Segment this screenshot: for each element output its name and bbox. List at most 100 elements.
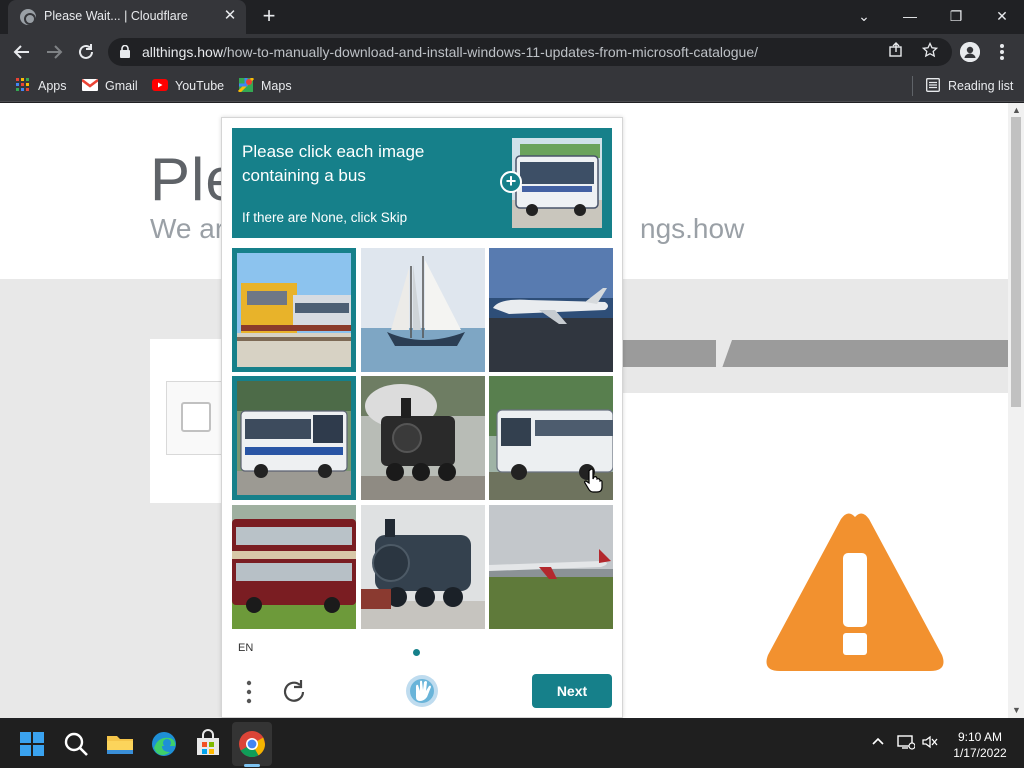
steam-locomotive-image bbox=[361, 376, 485, 500]
page-indicator-dot bbox=[413, 649, 420, 656]
minimize-button[interactable]: — bbox=[892, 4, 928, 28]
captcha-tile[interactable] bbox=[232, 376, 356, 500]
warning-icon bbox=[766, 513, 944, 671]
bookmark-maps[interactable]: Maps bbox=[238, 76, 292, 96]
browser-toolbar: allthings.how/how-to-manually-download-a… bbox=[0, 34, 1024, 70]
url-text[interactable]: allthings.how/how-to-manually-download-a… bbox=[142, 44, 758, 60]
page-scrollbar[interactable]: ▲ ▼ bbox=[1008, 103, 1024, 718]
reading-list-icon bbox=[926, 78, 940, 92]
tab-search-button[interactable]: ⌄ bbox=[846, 4, 882, 28]
decorative-bar bbox=[620, 340, 1008, 367]
clock-date: 1/17/2022 bbox=[953, 746, 1007, 760]
microsoft-store-icon[interactable] bbox=[192, 728, 224, 760]
hand-cursor-icon bbox=[584, 468, 603, 493]
edge-browser-icon[interactable] bbox=[148, 728, 180, 760]
captcha-tile[interactable] bbox=[232, 248, 356, 372]
bookmark-youtube[interactable]: YouTube bbox=[152, 76, 224, 96]
captcha-example-image[interactable] bbox=[512, 138, 602, 228]
next-button[interactable]: Next bbox=[532, 674, 612, 708]
captcha-tile[interactable] bbox=[361, 505, 485, 629]
chrome-icon[interactable] bbox=[236, 728, 268, 760]
browser-tab[interactable]: Please Wait... | Cloudflare ✕ bbox=[8, 0, 246, 34]
captcha-skip-hint: If there are None, click Skip bbox=[242, 210, 408, 225]
address-bar[interactable]: allthings.how/how-to-manually-download-a… bbox=[108, 38, 952, 66]
clock-time: 9:10 AM bbox=[957, 730, 1003, 744]
chevron-up-icon bbox=[872, 737, 884, 745]
sailboat-image bbox=[361, 248, 485, 372]
captcha-tile[interactable] bbox=[361, 248, 485, 372]
active-app-indicator bbox=[244, 764, 260, 767]
volume-button[interactable] bbox=[920, 734, 940, 754]
close-window-button[interactable]: ✕ bbox=[984, 4, 1020, 28]
captcha-tile[interactable] bbox=[489, 248, 613, 372]
bookmark-label: Gmail bbox=[105, 79, 138, 93]
bus-image bbox=[237, 381, 351, 495]
tab-close-button[interactable]: ✕ bbox=[220, 6, 240, 26]
hcaptcha-logo-icon[interactable] bbox=[404, 673, 440, 709]
lock-icon[interactable] bbox=[120, 45, 130, 58]
back-button[interactable] bbox=[10, 40, 34, 64]
more-options-icon[interactable] bbox=[244, 678, 254, 706]
page-subtitle-right: ngs.how bbox=[640, 213, 745, 244]
tab-title: Please Wait... | Cloudflare bbox=[44, 9, 188, 23]
page-subtitle-left: We ar bbox=[150, 213, 225, 244]
captcha-dialog: Please click each image containing a bus… bbox=[221, 117, 623, 718]
restore-button[interactable]: ❐ bbox=[938, 4, 974, 28]
example-zoom-icon[interactable]: + bbox=[500, 171, 522, 193]
back-arrow-icon bbox=[13, 45, 29, 59]
apps-grid-icon bbox=[16, 78, 29, 91]
reading-list-button[interactable]: Reading list bbox=[925, 76, 1013, 96]
share-icon bbox=[889, 42, 902, 57]
windows-start-icon[interactable] bbox=[16, 728, 48, 760]
captcha-tile[interactable] bbox=[361, 376, 485, 500]
star-icon bbox=[921, 41, 939, 58]
scroll-down-arrow-icon[interactable]: ▼ bbox=[1012, 705, 1021, 715]
share-button[interactable] bbox=[886, 42, 906, 62]
language-selector[interactable]: EN bbox=[238, 642, 253, 654]
youtube-icon bbox=[152, 79, 168, 91]
tab-strip: Please Wait... | Cloudflare ✕ + ⌄ — ❐ ✕ bbox=[0, 0, 1024, 34]
profile-avatar-button[interactable] bbox=[960, 42, 980, 62]
captcha-tile[interactable] bbox=[232, 505, 356, 629]
network-button[interactable] bbox=[896, 734, 916, 754]
system-clock[interactable]: 9:10 AM 1/17/2022 bbox=[944, 729, 1016, 761]
globe-icon bbox=[20, 9, 36, 25]
bus-example-image bbox=[512, 138, 602, 228]
speaker-muted-icon bbox=[922, 735, 938, 749]
steam-locomotive-image bbox=[361, 505, 485, 629]
bookmark-apps[interactable]: Apps bbox=[15, 76, 67, 96]
forward-arrow-icon bbox=[47, 45, 63, 59]
windows-taskbar: 9:10 AM 1/17/2022 bbox=[0, 720, 1024, 768]
bookmark-star-button[interactable] bbox=[920, 41, 940, 62]
search-icon[interactable] bbox=[60, 728, 92, 760]
scrollbar-thumb[interactable] bbox=[1011, 117, 1021, 407]
show-hidden-icons-button[interactable] bbox=[868, 734, 888, 754]
url-path: /how-to-manually-download-and-install-wi… bbox=[222, 44, 759, 60]
bookmark-gmail[interactable]: Gmail bbox=[82, 76, 138, 96]
bookmark-label: Apps bbox=[38, 79, 67, 93]
double-decker-bus-image bbox=[232, 505, 356, 629]
maps-icon bbox=[238, 78, 254, 92]
browser-menu-button[interactable] bbox=[994, 40, 1010, 64]
human-checkbox[interactable] bbox=[181, 402, 211, 432]
captcha-header: Please click each image containing a bus… bbox=[232, 128, 612, 238]
network-icon bbox=[897, 735, 916, 750]
file-explorer-icon[interactable] bbox=[104, 728, 136, 760]
new-tab-button[interactable]: + bbox=[256, 5, 282, 29]
bookmarks-bar: Apps Gmail YouTube Maps Reading list bbox=[0, 70, 1024, 102]
bookmark-label: YouTube bbox=[175, 79, 225, 93]
reload-button[interactable] bbox=[74, 40, 98, 64]
reading-list-label: Reading list bbox=[948, 79, 1014, 93]
refresh-challenge-icon[interactable] bbox=[280, 676, 308, 706]
gmail-icon bbox=[82, 79, 98, 91]
airplane-image bbox=[489, 505, 613, 629]
reload-icon bbox=[79, 44, 93, 59]
train-image bbox=[237, 253, 351, 367]
captcha-tile[interactable] bbox=[489, 505, 613, 629]
url-domain: allthings.how bbox=[142, 44, 223, 60]
scroll-up-arrow-icon[interactable]: ▲ bbox=[1012, 105, 1021, 115]
forward-button[interactable] bbox=[42, 40, 66, 64]
kebab-menu-icon bbox=[1000, 44, 1004, 60]
captcha-prompt: Please click each image containing a bus bbox=[242, 142, 425, 185]
bookmark-label: Maps bbox=[261, 79, 292, 93]
